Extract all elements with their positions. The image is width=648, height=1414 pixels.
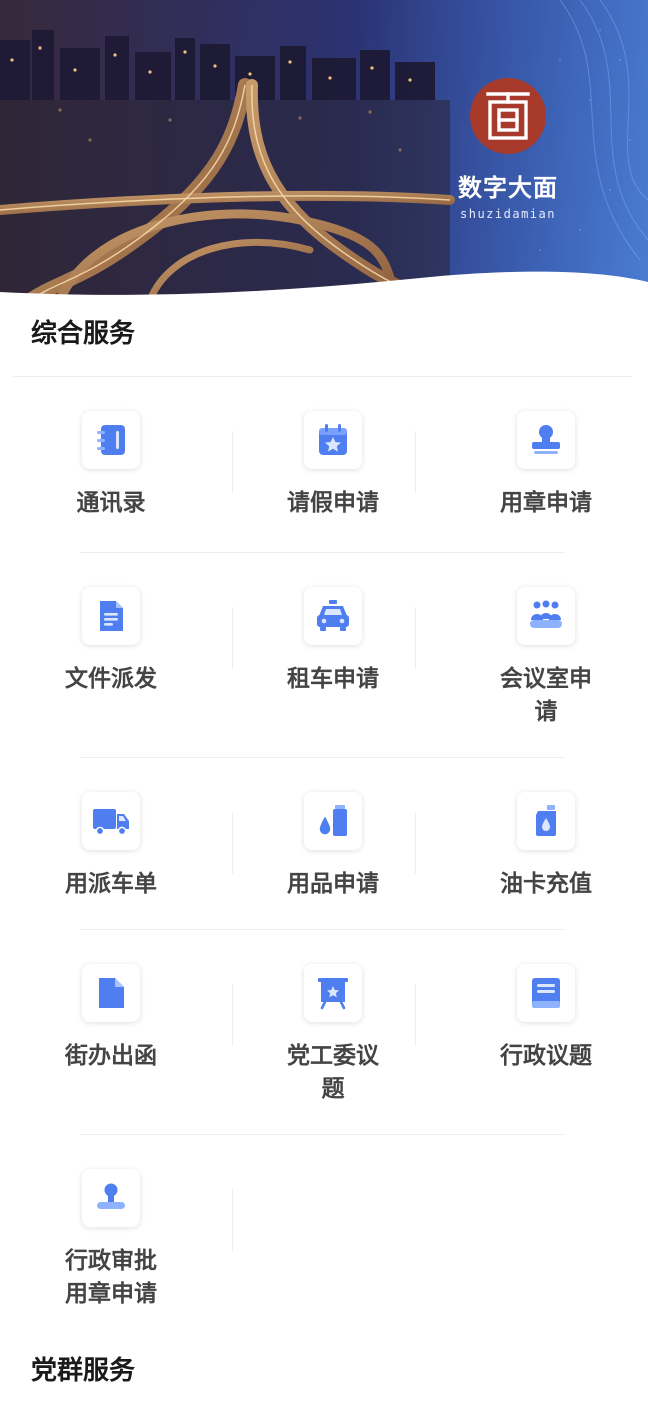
service-label: 通讯录 [76,490,146,516]
mian-character-seal-icon [470,78,546,154]
service-label: 文件派发 [65,666,157,692]
service-label: 用章申请 [500,490,592,516]
meeting-people-icon [517,587,575,645]
supplies-bottle-icon [304,792,362,850]
brand-block: 数字大面 shuzidamian [452,78,564,221]
grid-row: 通讯录 请假申请 用章申请 [0,377,648,520]
document-icon [82,587,140,645]
column-divider [415,984,416,1046]
seal-stamp-icon [517,411,575,469]
service-label: 租车申请 [287,666,379,692]
service-label: 用品申请 [287,871,379,897]
presentation-board-icon [304,964,362,1022]
grid-row: 用派车单 用品申请 油卡充值 [0,758,648,901]
column-divider [232,812,233,874]
file-icon [82,964,140,1022]
column-divider [232,431,233,493]
column-divider [232,984,233,1046]
service-street-office-letter[interactable]: 街办出函 [0,930,222,1106]
grid-row: 文件派发 租车申请 会议室申请 [0,553,648,729]
contacts-book-icon [82,411,140,469]
brand-name: 数字大面 [458,174,558,202]
service-leave-request[interactable]: 请假申请 [222,377,444,520]
column-divider [415,431,416,493]
column-divider [232,607,233,669]
service-label: 街办出函 [65,1043,157,1069]
service-label: 油卡充值 [500,871,592,897]
service-party-committee-topic[interactable]: 党工委议题 [222,930,444,1106]
service-fuel-card[interactable]: 油卡充值 [444,758,648,901]
service-label: 请假申请 [287,490,379,516]
service-contacts[interactable]: 通讯录 [0,377,222,520]
section-title-general: 综合服务 [31,319,136,349]
approval-stamp-icon [82,1169,140,1227]
service-admin-approval-seal[interactable]: 行政审批用章申请 [0,1135,222,1311]
brand-subtitle: shuzidamian [460,207,556,221]
service-supplies-request[interactable]: 用品申请 [222,758,444,901]
service-seal-request[interactable]: 用章申请 [444,377,648,520]
grid-row: 街办出函 党工委议题 行政议题 [0,930,648,1106]
service-label: 会议室申请 [500,666,592,725]
oil-can-icon [517,792,575,850]
service-document-dispatch[interactable]: 文件派发 [0,553,222,729]
calendar-star-icon [304,411,362,469]
service-label: 用派车单 [65,871,157,897]
service-vehicle-dispatch[interactable]: 用派车单 [0,758,222,901]
section-title-party-mass: 党群服务 [31,1356,136,1386]
column-divider [415,812,416,874]
service-meeting-room[interactable]: 会议室申请 [444,553,648,729]
service-label: 行政审批用章申请 [65,1248,157,1307]
service-label: 党工委议题 [287,1043,379,1102]
truck-icon [82,792,140,850]
hero-banner: 数字大面 shuzidamian [0,0,648,300]
column-divider [232,1189,233,1251]
column-divider [415,607,416,669]
grid-row: 行政审批用章申请 [0,1135,648,1311]
service-car-rental[interactable]: 租车申请 [222,553,444,729]
taxi-icon [304,587,362,645]
service-label: 行政议题 [500,1043,592,1069]
service-grid: 通讯录 请假申请 用章申请 文件派发 租车申请 会议室申请 用派车单 用品申请 … [0,377,648,1311]
book-icon [517,964,575,1022]
service-administrative-topic[interactable]: 行政议题 [444,930,648,1106]
